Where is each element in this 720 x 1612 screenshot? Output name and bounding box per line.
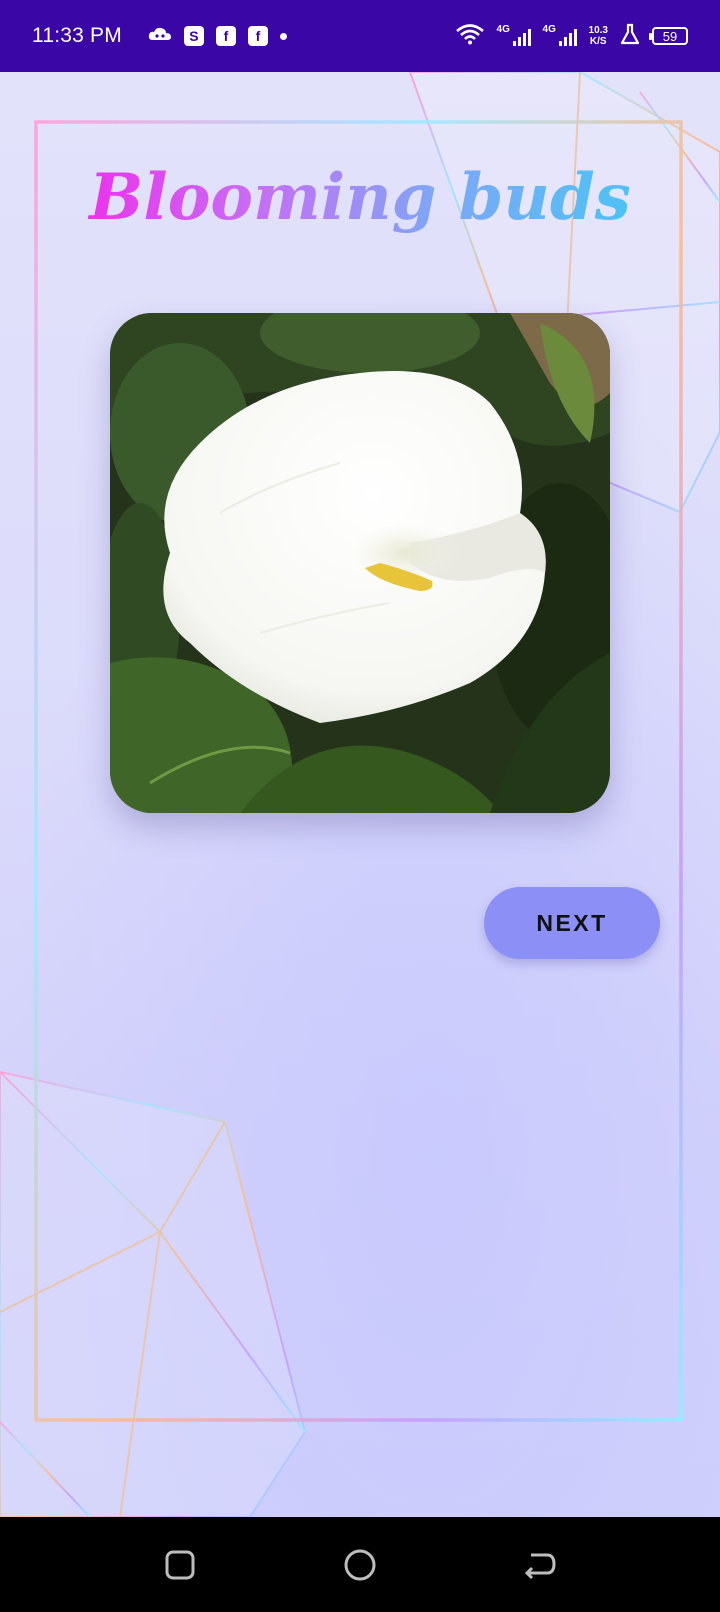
- facebook-icon: f: [247, 26, 268, 46]
- speed-unit: K/S: [589, 36, 607, 47]
- network-type-1: 4G: [496, 24, 510, 35]
- battery-icon: 59: [649, 27, 688, 45]
- signal-bars-icon: [558, 29, 577, 46]
- status-time: 11:33 PM: [32, 24, 122, 47]
- back-button[interactable]: [520, 1545, 560, 1585]
- wifi-icon: [455, 23, 485, 50]
- app-title: Blooming buds: [0, 160, 720, 235]
- recent-apps-button[interactable]: [160, 1545, 200, 1585]
- flower-image: [110, 313, 610, 813]
- network-type-2: 4G: [542, 24, 556, 35]
- speed-value: 10.3: [588, 25, 608, 36]
- status-indicators: 4G 4G 10.3 K/S 59: [455, 23, 688, 50]
- more-dot-icon: [279, 32, 287, 40]
- navigation-bar: [0, 1517, 720, 1612]
- facebook-icon: f: [215, 26, 236, 46]
- notification-icons: S f f: [148, 24, 287, 49]
- signal-1: 4G: [497, 24, 531, 48]
- back-icon: [524, 1553, 556, 1580]
- cloud-game-icon: [148, 24, 172, 49]
- signal-2: 4G: [543, 24, 577, 48]
- flask-icon: [620, 23, 640, 50]
- shopee-bag-icon: S: [183, 26, 204, 46]
- home-icon: [344, 1549, 376, 1581]
- recent-apps-icon: [165, 1550, 195, 1580]
- battery-level: 59: [662, 28, 678, 44]
- next-button[interactable]: NEXT: [484, 887, 660, 959]
- home-button[interactable]: [340, 1545, 380, 1585]
- network-speed: 10.3 K/S: [589, 25, 608, 47]
- signal-bars-icon: [512, 29, 531, 46]
- status-bar: 11:33 PM S f f 4G 4G 10.3 K/S 59: [0, 0, 720, 72]
